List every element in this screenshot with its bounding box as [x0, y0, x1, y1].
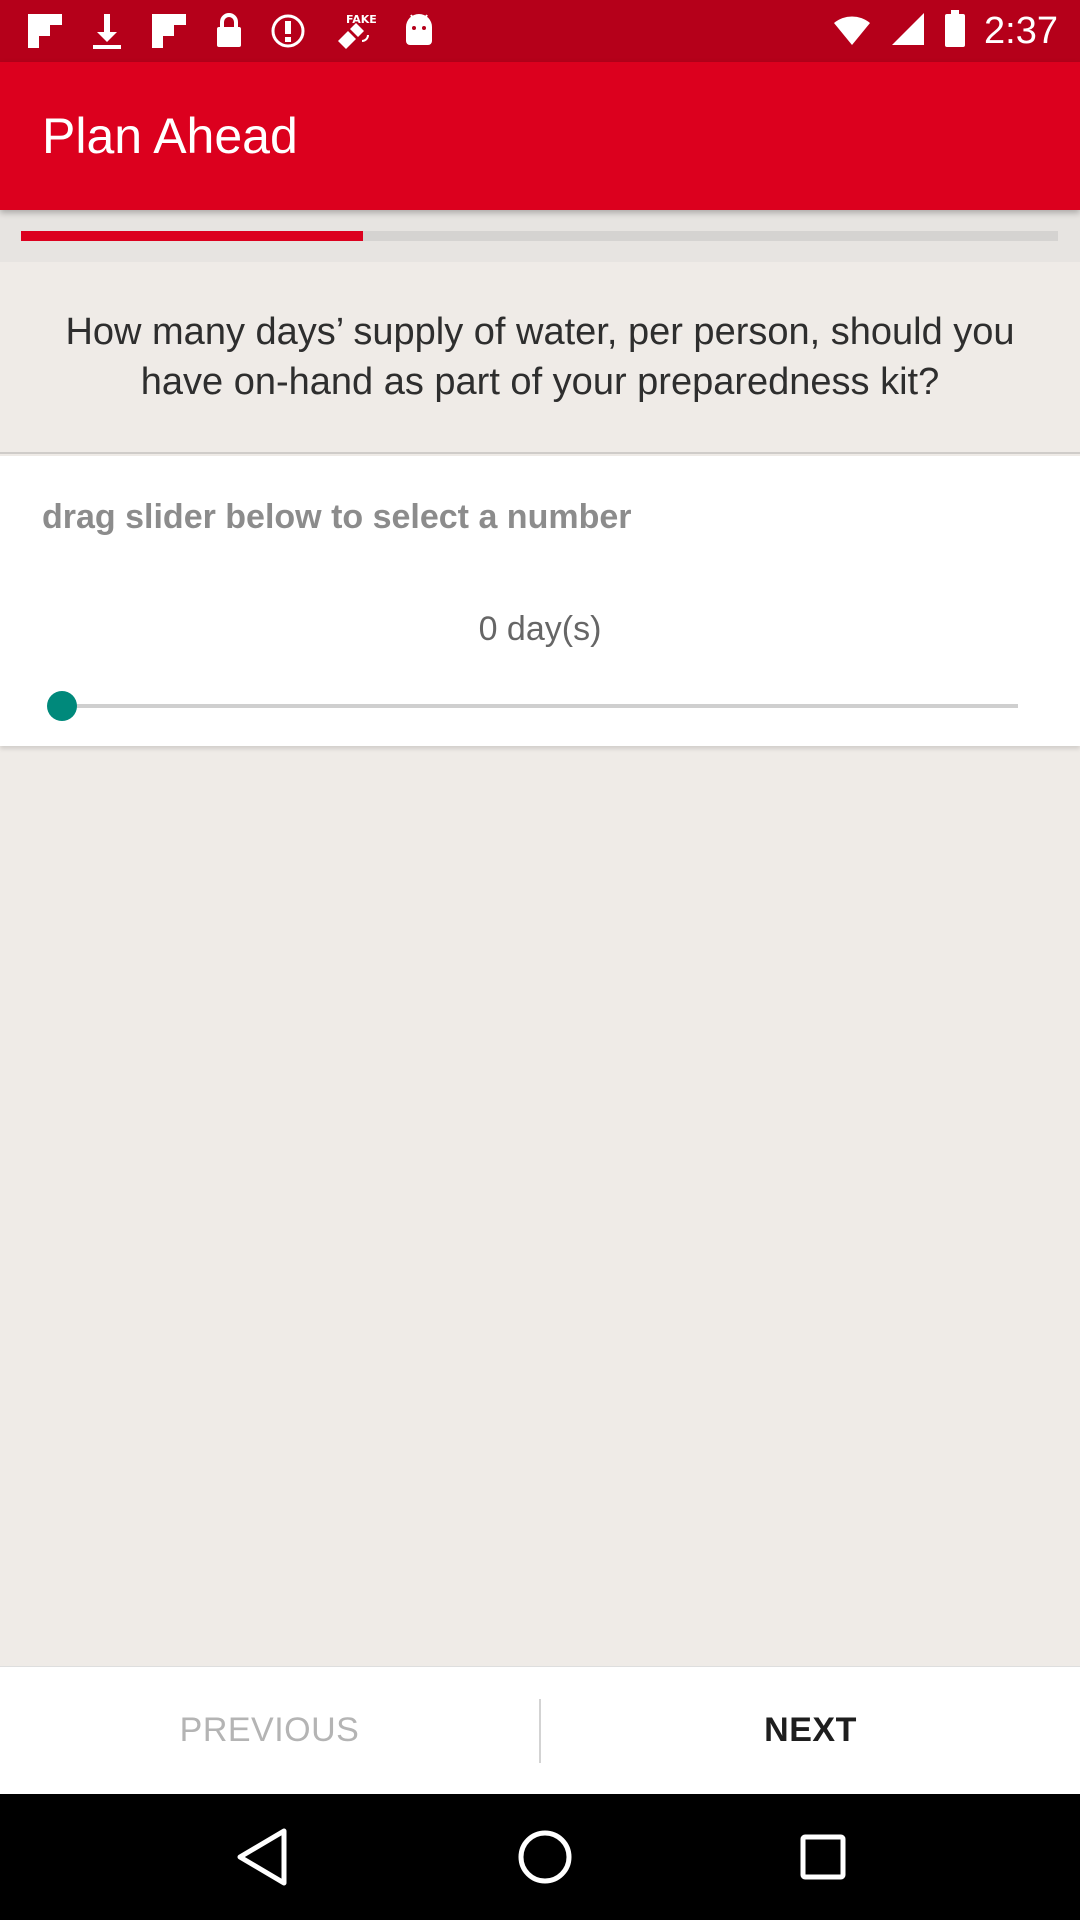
recents-icon[interactable] — [800, 1834, 846, 1880]
download-icon — [90, 12, 124, 50]
home-icon[interactable] — [517, 1829, 573, 1885]
page-title: Plan Ahead — [42, 108, 298, 164]
alert-icon — [270, 13, 306, 49]
answer-card: drag slider below to select a number 0 d… — [0, 456, 1080, 746]
status-bar: FAKE 2:37 — [0, 0, 1080, 62]
progress-bar — [21, 231, 1058, 241]
notification-icons: FAKE — [26, 11, 436, 51]
progress-fill — [21, 231, 364, 241]
svg-text:FAKE: FAKE — [346, 13, 376, 26]
selected-value: 0 day(s) — [478, 610, 602, 648]
slider-hint: drag slider below to select a number — [42, 498, 632, 536]
slider-track[interactable] — [62, 704, 1018, 708]
previous-button[interactable]: PREVIOUS — [0, 1667, 539, 1794]
question-panel: How many days’ supply of water, per pers… — [0, 262, 1080, 454]
lock-icon — [214, 12, 244, 50]
system-navigation-bar — [0, 1794, 1080, 1920]
question-text: How many days’ supply of water, per pers… — [65, 311, 1015, 403]
slider-thumb[interactable] — [47, 691, 77, 721]
fake-gps-icon: FAKE — [332, 11, 376, 51]
bottom-bar: PREVIOUS NEXT — [0, 1666, 1080, 1794]
next-button[interactable]: NEXT — [541, 1667, 1080, 1794]
signal-icon — [890, 11, 926, 52]
wifi-icon — [832, 11, 872, 52]
clock: 2:37 — [984, 9, 1058, 52]
back-icon[interactable] — [234, 1827, 290, 1887]
days-slider[interactable] — [47, 686, 1018, 726]
progress-strip — [0, 210, 1080, 262]
android-icon — [402, 13, 436, 49]
app-bar: Plan Ahead — [0, 62, 1080, 210]
flipboard-icon — [150, 12, 188, 50]
screen: FAKE 2:37 Plan Ahead How many days’ supp… — [0, 0, 1080, 1920]
battery-icon — [944, 9, 966, 53]
system-status: 2:37 — [832, 9, 1058, 53]
flipboard-icon — [26, 12, 64, 50]
